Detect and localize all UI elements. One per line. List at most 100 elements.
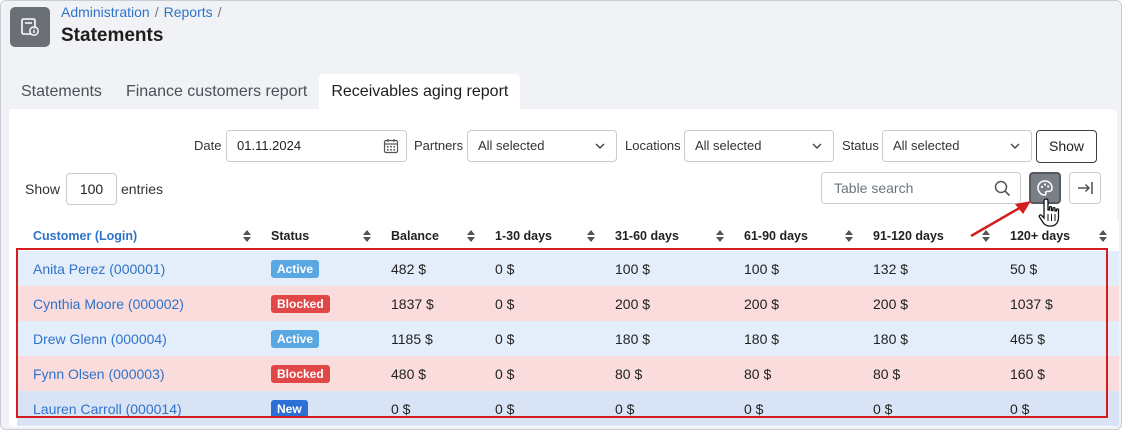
locations-label: Locations [625, 138, 681, 153]
entries-suffix: entries [121, 181, 164, 197]
days-1-30-cell: 0 $ [487, 356, 607, 391]
tab-statements[interactable]: Statements [9, 74, 114, 109]
balance-cell: 480 $ [383, 356, 487, 391]
sort-icon [467, 230, 475, 242]
days-31-60-cell: 200 $ [607, 286, 736, 321]
date-label: Date [194, 138, 222, 153]
days-61-90-cell: 80 $ [736, 356, 865, 391]
sort-icon [587, 230, 595, 242]
arrow-right-to-bar-icon [1078, 182, 1093, 194]
column-header-91-120-days[interactable]: 91-120 days [865, 221, 1002, 251]
sort-icon [845, 230, 853, 242]
status-badge: Active [271, 329, 320, 348]
days-31-60-cell: 180 $ [607, 321, 736, 356]
breadcrumb: Administration / Reports / [61, 4, 227, 20]
chevron-down-icon [812, 143, 822, 149]
days-1-30-cell: 0 $ [487, 251, 607, 286]
partners-select[interactable]: All selected [467, 130, 617, 162]
date-input[interactable]: 01.11.2024 [226, 130, 376, 162]
days-120-plus-cell: 50 $ [1002, 251, 1119, 286]
days-120-plus-cell: 465 $ [1002, 321, 1119, 356]
status-select-value: All selected [893, 138, 960, 153]
days-31-60-cell: 0 $ [607, 391, 736, 426]
days-31-60-cell: 80 $ [607, 356, 736, 391]
chevron-down-icon [1010, 143, 1020, 149]
column-header-31-60-days[interactable]: 31-60 days [607, 221, 736, 251]
days-1-30-cell: 0 $ [487, 391, 607, 426]
column-header-1-30-days[interactable]: 1-30 days [487, 221, 607, 251]
status-label: Status [842, 138, 879, 153]
table-row: Fynn Olsen (000003) Blocked 480 $ 0 $ 80… [17, 356, 1119, 391]
column-header-120-plus-days[interactable]: 120+ days [1002, 221, 1119, 251]
customer-link[interactable]: Cynthia Moore (000002) [33, 296, 184, 312]
table-header-row: Customer (Login) Status Balance 1-30 day… [17, 221, 1119, 251]
days-91-120-cell: 180 $ [865, 321, 1002, 356]
breadcrumb-reports[interactable]: Reports [164, 4, 213, 20]
tab-bar: Statements Finance customers report Rece… [9, 74, 521, 109]
column-header-customer[interactable]: Customer (Login) [17, 221, 263, 251]
breadcrumb-separator: / [217, 4, 222, 20]
sort-icon [363, 230, 371, 242]
days-91-120-cell: 0 $ [865, 391, 1002, 426]
table-search-input[interactable]: Table search [821, 172, 1021, 204]
days-120-plus-cell: 1037 $ [1002, 286, 1119, 321]
entries-prefix: Show [25, 181, 61, 197]
days-61-90-cell: 100 $ [736, 251, 865, 286]
customer-link[interactable]: Fynn Olsen (000003) [33, 366, 165, 382]
partners-label: Partners [414, 138, 464, 153]
days-120-plus-cell: 160 $ [1002, 356, 1119, 391]
report-panel: Date 01.11.2024 Partners All selected Lo… [9, 109, 1119, 427]
chevron-down-icon [595, 143, 605, 149]
tab-receivables-aging-report[interactable]: Receivables aging report [319, 74, 521, 109]
table-row: Cynthia Moore (000002) Blocked 1837 $ 0 … [17, 286, 1119, 321]
palette-icon [1037, 180, 1053, 196]
status-select[interactable]: All selected [882, 130, 1032, 162]
table-settings-button[interactable] [1029, 172, 1061, 204]
status-badge: Active [271, 259, 320, 278]
days-91-120-cell: 132 $ [865, 251, 1002, 286]
page-header: Administration / Reports / Statements [1, 1, 1121, 73]
days-61-90-cell: 180 $ [736, 321, 865, 356]
tab-finance-customers-report[interactable]: Finance customers report [114, 74, 319, 109]
column-header-balance[interactable]: Balance [383, 221, 487, 251]
sort-icon [982, 230, 990, 242]
breadcrumb-administration[interactable]: Administration [61, 4, 150, 20]
days-61-90-cell: 0 $ [736, 391, 865, 426]
table-row: Anita Perez (000001) Active 482 $ 0 $ 10… [17, 251, 1119, 286]
balance-cell: 0 $ [383, 391, 487, 426]
locations-select-value: All selected [695, 138, 762, 153]
table-row: Lauren Carroll (000014) New 0 $ 0 $ 0 $ … [17, 391, 1119, 426]
show-button[interactable]: Show [1036, 130, 1098, 163]
days-1-30-cell: 0 $ [487, 286, 607, 321]
entries-count-input[interactable]: 100 [66, 173, 117, 205]
search-icon [994, 180, 1011, 197]
days-91-120-cell: 80 $ [865, 356, 1002, 391]
days-61-90-cell: 200 $ [736, 286, 865, 321]
sort-icon [243, 230, 251, 242]
table-search-placeholder: Table search [834, 180, 914, 196]
status-badge: New [271, 399, 308, 418]
days-1-30-cell: 0 $ [487, 321, 607, 356]
table-row: Drew Glenn (000004) Active 1185 $ 0 $ 18… [17, 321, 1119, 356]
sort-icon [1099, 230, 1107, 242]
customer-link[interactable]: Drew Glenn (000004) [33, 331, 167, 347]
document-info-icon [10, 7, 50, 47]
column-header-61-90-days[interactable]: 61-90 days [736, 221, 865, 251]
balance-cell: 1185 $ [383, 321, 487, 356]
partners-select-value: All selected [478, 138, 545, 153]
calendar-button[interactable] [375, 130, 407, 162]
balance-cell: 482 $ [383, 251, 487, 286]
days-31-60-cell: 100 $ [607, 251, 736, 286]
page-title: Statements [61, 25, 164, 46]
breadcrumb-separator: / [154, 4, 159, 20]
customer-link[interactable]: Anita Perez (000001) [33, 261, 165, 277]
app-window: Administration / Reports / Statements State… [0, 0, 1122, 430]
sort-icon [716, 230, 724, 242]
balance-cell: 1837 $ [383, 286, 487, 321]
column-header-status[interactable]: Status [263, 221, 383, 251]
status-badge: Blocked [271, 364, 330, 383]
export-button[interactable] [1069, 172, 1101, 204]
locations-select[interactable]: All selected [684, 130, 834, 162]
status-badge: Blocked [271, 294, 330, 313]
customer-link[interactable]: Lauren Carroll (000014) [33, 401, 182, 417]
